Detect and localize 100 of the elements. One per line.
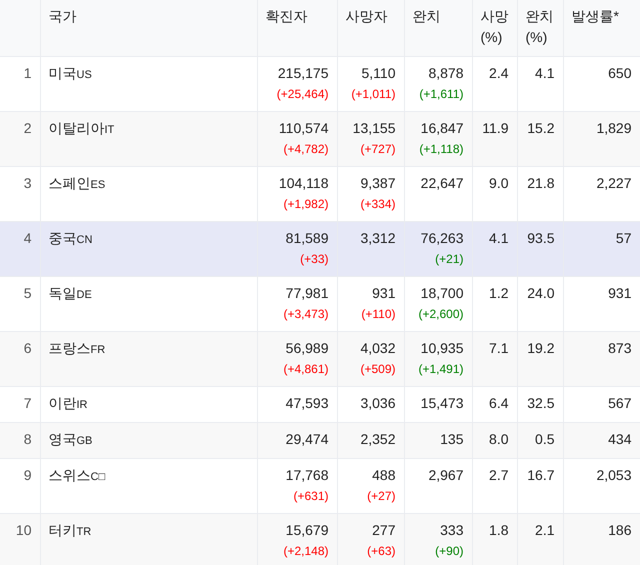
table-cell-text: 13,155 <box>352 118 396 138</box>
change-value: (+1,611) <box>418 86 464 102</box>
country-code: C□ <box>90 470 106 482</box>
table-row[interactable]: 7 이란IR 47,593 3,036 15,473 6.4 32.5 567 <box>0 386 640 422</box>
table-cell-text: 47,593 <box>284 394 328 412</box>
table-cell-text: 10,935 <box>420 338 464 358</box>
column-header: 완치 <box>412 8 440 24</box>
table-cell-text: 4,032 <box>359 338 396 358</box>
table-cell-text: 24.0 <box>526 284 554 302</box>
table-cell-text: 77,981 <box>284 284 328 302</box>
table-cell-text: 81,589 <box>284 228 328 248</box>
rank-number: 7 <box>24 394 32 410</box>
table-row[interactable]: 8 영국GB 29,474 2,352 135 8.0 0.5 434 <box>0 422 640 458</box>
table-cell-text: 17,768 <box>284 466 328 484</box>
table-cell-text: 1.8 <box>488 520 508 540</box>
country-name: 미국 <box>48 64 76 80</box>
rank-number: 9 <box>24 466 32 482</box>
table-cell-text: 21.8 <box>526 174 554 192</box>
table-cell-text: 32.5 <box>526 394 554 412</box>
table-cell-text: 4.1 <box>534 64 554 82</box>
country-name: 영국 <box>48 430 76 446</box>
change-value: (+2,148) <box>282 542 328 560</box>
country-code: IR <box>76 398 88 410</box>
table-row[interactable]: 6 프랑스FR 56,989 (+4,861) 4,032 (+509) 10,935 (+1,491) 7.1 19.2 873 <box>0 331 640 386</box>
table-cell-text: 1.2 <box>488 284 508 302</box>
table-cell-text: 76,263 <box>420 228 464 248</box>
rank-number: 6 <box>24 340 32 356</box>
table-row[interactable]: 1 미국US 215,175 (+25,464) 5,110 (+1,011) 8,878 (+1,611) 2.4 4.1 650 <box>0 56 640 111</box>
table-row[interactable]: 2 이탈리아IT 110,574 (+4,782) 13,155 (+727) 16,847 (+1,118) 11.9 15.2 1,829 <box>0 111 640 166</box>
change-value: (+4,782) <box>282 140 328 158</box>
country-code: IT <box>104 124 114 136</box>
change-value: (+63) <box>366 542 396 560</box>
column-header: 완치 (%) <box>526 8 554 45</box>
change-value: (+27) <box>366 488 396 504</box>
change-value: (+334) <box>359 196 396 212</box>
country-code: DE <box>76 288 92 300</box>
column-header: 사망자 <box>346 8 388 24</box>
table-cell-text: 8.0 <box>488 430 508 448</box>
change-value: (+2,600) <box>417 306 464 322</box>
country-code: CN <box>76 234 92 246</box>
table-cell-text: 29,474 <box>284 430 328 448</box>
table-cell-text: 16.7 <box>526 466 554 484</box>
table-cell-text: 277 <box>371 520 396 540</box>
change-value: (+25,464) <box>276 86 328 102</box>
table-cell-text: 873 <box>607 338 632 358</box>
table-cell-text: 9.0 <box>488 174 508 192</box>
table-row[interactable]: 5 독일DE 77,981 (+3,473) 931 (+110) 18,700 (+2,600) 1.2 24.0 931 <box>0 276 640 331</box>
table-row[interactable]: 3 스페인ES 104,118 (+1,982) 9,387 (+334) 22,647 9.0 21.8 2,227 <box>0 166 640 221</box>
change-value: (+21) <box>434 250 464 268</box>
rank-number: 5 <box>24 284 32 300</box>
change-value: (+727) <box>359 140 396 158</box>
table-row[interactable]: 4 중국CN 81,589 (+33) 3,312 76,263 (+21) 4.1 93.5 57 <box>0 221 640 276</box>
column-header: 사망 (%) <box>480 8 508 45</box>
change-value: (+110) <box>360 306 396 322</box>
change-value: (+3,473) <box>282 306 328 322</box>
rank-number: 10 <box>16 522 32 538</box>
table-cell-text: 4.1 <box>488 228 508 248</box>
column-header: 국가 <box>48 8 76 24</box>
country-code: ES <box>90 178 106 190</box>
table-cell-text: 16,847 <box>420 118 464 138</box>
rank-number: 4 <box>24 230 32 246</box>
change-value: (+90) <box>434 542 464 560</box>
country-code: FR <box>90 344 106 356</box>
table-cell-text: 2,053 <box>595 466 632 484</box>
table-cell-text: 6.4 <box>488 394 508 412</box>
table-cell-text: 15,473 <box>420 394 464 412</box>
country-name: 독일 <box>48 284 76 300</box>
table-cell-text: 5,110 <box>360 64 396 82</box>
change-value: (+1,982) <box>282 196 328 212</box>
table-cell-text: 15.2 <box>526 118 554 138</box>
table-row[interactable]: 9 스위스C□ 17,768 (+631) 488 (+27) 2,967 2.7 16.7 2,053 <box>0 458 640 513</box>
table-row[interactable]: 10 터키TR 15,679 (+2,148) 277 (+63) 333 (+90) 1.8 2.1 186 <box>0 513 640 565</box>
country-code: TR <box>76 526 92 538</box>
country-name: 중국 <box>48 230 76 246</box>
country-name: 스위스 <box>48 466 90 482</box>
change-value: (+1,011) <box>350 86 396 102</box>
change-value: (+1,491) <box>417 360 464 378</box>
country-name: 이탈리아 <box>48 120 104 136</box>
rank-number: 3 <box>24 174 32 190</box>
table-cell-text: 93.5 <box>526 228 554 248</box>
table-cell-text: 186 <box>607 520 632 540</box>
column-header: 발생률* <box>572 8 619 24</box>
change-value: (+509) <box>359 360 396 378</box>
country-name: 이란 <box>48 394 76 410</box>
table-cell-text: 15,679 <box>284 520 328 540</box>
table-cell-text: 0.5 <box>534 430 554 448</box>
table-cell-text: 2,352 <box>359 430 396 448</box>
table-cell-text: 2.4 <box>488 64 508 82</box>
table-cell-text: 333 <box>439 520 464 540</box>
rank-number: 8 <box>24 430 32 446</box>
country-name: 스페인 <box>48 174 90 190</box>
rank-number: 1 <box>24 64 32 80</box>
change-value: (+1,118) <box>418 140 464 158</box>
column-header: 확진자 <box>266 8 308 24</box>
table-cell-text: 104,118 <box>278 174 328 192</box>
table-cell-text: 650 <box>607 64 632 82</box>
table-cell-text: 18,700 <box>420 284 464 302</box>
table-cell-text: 3,312 <box>359 228 396 248</box>
table-cell-text: 931 <box>371 284 396 302</box>
table-cell-text: 110,574 <box>278 118 328 138</box>
